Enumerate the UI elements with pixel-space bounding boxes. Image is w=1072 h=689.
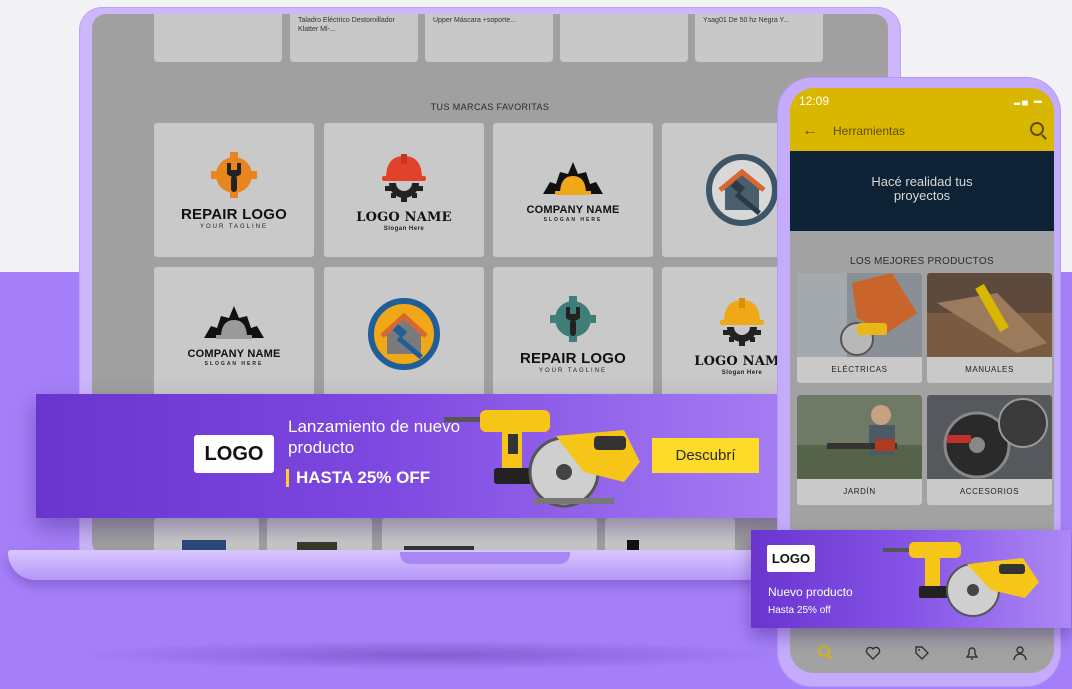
discover-button[interactable]: Descubrí xyxy=(652,438,759,473)
promo-subtitle: Hasta 25% off xyxy=(768,605,831,616)
brand-card[interactable]: LOGO NAME Slogan Here xyxy=(324,123,484,257)
category-label: ELÉCTRICAS xyxy=(831,365,888,374)
product-card[interactable]: Upper Máscara +soporte... xyxy=(425,14,553,62)
category-card-accesorios[interactable]: ACCESORIOS xyxy=(927,395,1052,505)
house-hammer-icon xyxy=(706,154,778,226)
brands-section-title: TUS MARCAS FAVORITAS xyxy=(430,102,550,112)
hero-text: Hacé realidad tus proyectos xyxy=(871,174,973,203)
promo-banner[interactable]: LOGO Lanzamiento de nuevo producto HASTA… xyxy=(36,394,796,518)
category-card-electricas[interactable]: ELÉCTRICAS xyxy=(797,273,922,383)
brand-logo: LOGO xyxy=(767,545,815,572)
back-arrow-icon[interactable]: ← xyxy=(802,122,818,140)
brand-subtitle: SLOGAN HERE xyxy=(543,216,603,223)
phone-promo-banner[interactable]: LOGO Nuevo producto Hasta 25% off xyxy=(751,530,1071,628)
brand-card[interactable]: REPAIR LOGO YOUR TAGLINE xyxy=(154,123,314,257)
bottom-nav xyxy=(790,633,1054,673)
brand-title: LOGO NAME xyxy=(356,210,452,225)
gear-helmet-icon xyxy=(543,161,603,195)
hero-banner[interactable]: Hacé realidad tus proyectos xyxy=(790,151,1054,231)
category-image xyxy=(927,395,1052,479)
brand-title: LOGO NAME xyxy=(694,354,790,369)
brand-card[interactable]: COMPANY NAME SLOGAN HERE xyxy=(154,267,314,401)
brand-card[interactable]: COMPANY NAME SLOGAN HERE xyxy=(493,123,653,257)
brand-subtitle: YOUR TAGLINE xyxy=(538,368,608,374)
app-bar-title: Herramientas xyxy=(833,124,906,138)
helmet-gear-icon xyxy=(720,298,764,346)
user-icon[interactable] xyxy=(1010,643,1030,663)
category-image xyxy=(927,273,1052,357)
product-card[interactable] xyxy=(560,14,688,62)
gear-wrench-icon xyxy=(550,296,596,342)
brand-subtitle: SLOGAN HERE xyxy=(204,360,264,367)
gear-wrench-icon xyxy=(211,152,257,198)
product-card[interactable]: Taladro Eléctrico Destornillador Klatter… xyxy=(290,14,418,62)
brand-card[interactable]: REPAIR LOGO YOUR TAGLINE xyxy=(493,267,653,401)
status-time: 12:09 xyxy=(799,94,830,108)
brand-subtitle: Slogan Here xyxy=(383,226,425,232)
status-bar: 12:09 ▂▄ ▬ xyxy=(790,88,1054,114)
category-label: MANUALES xyxy=(965,365,1014,374)
brand-title: COMPANY NAME xyxy=(526,203,620,216)
category-label: JARDÍN xyxy=(843,487,876,496)
promo-title: Lanzamiento de nuevo producto xyxy=(288,417,461,457)
category-label: ACCESORIOS xyxy=(959,487,1020,496)
product-name: Upper Máscara +soporte... xyxy=(433,17,517,24)
section-title: LOS MEJORES PRODUCTOS xyxy=(850,256,994,267)
brand-subtitle: YOUR TAGLINE xyxy=(199,224,269,230)
product-name: Taladro Eléctrico Destornillador Klatter… xyxy=(298,17,395,33)
brand-title: REPAIR LOGO xyxy=(180,206,288,223)
signal-battery-icon: ▂▄ ▬ xyxy=(1013,96,1044,105)
app-bar: ← Herramientas xyxy=(790,114,1054,151)
bell-icon[interactable] xyxy=(962,643,982,663)
category-card-jardin[interactable]: JARDÍN xyxy=(797,395,922,505)
promo-title: Nuevo producto xyxy=(768,585,853,599)
category-image xyxy=(797,395,922,479)
brand-subtitle: Slogan Here xyxy=(721,370,763,376)
laptop-shadow xyxy=(70,640,790,670)
product-card[interactable] xyxy=(154,14,282,62)
brand-card[interactable] xyxy=(324,267,484,401)
house-hammer-icon xyxy=(368,298,440,370)
promo-discount: HASTA 25% OFF xyxy=(286,469,430,487)
heart-icon[interactable] xyxy=(863,643,883,663)
brand-logo: LOGO xyxy=(194,435,274,473)
category-card-manuales[interactable]: MANUALES xyxy=(927,273,1052,383)
product-card[interactable]: Ysag01 De 50 hz Negra Y... xyxy=(695,14,823,62)
category-image xyxy=(797,273,922,357)
helmet-gear-icon xyxy=(382,154,426,202)
product-name: Ysag01 De 50 hz Negra Y... xyxy=(703,17,790,24)
power-tools-illustration xyxy=(444,410,640,508)
search-icon[interactable] xyxy=(1030,122,1044,136)
tag-icon[interactable] xyxy=(912,643,932,663)
brand-title: COMPANY NAME xyxy=(187,347,281,360)
power-tools-illustration xyxy=(883,542,1039,617)
search-icon[interactable] xyxy=(816,643,836,663)
gear-helmet-icon xyxy=(204,305,264,339)
brand-title: REPAIR LOGO xyxy=(519,350,627,367)
laptop-notch xyxy=(400,552,570,564)
